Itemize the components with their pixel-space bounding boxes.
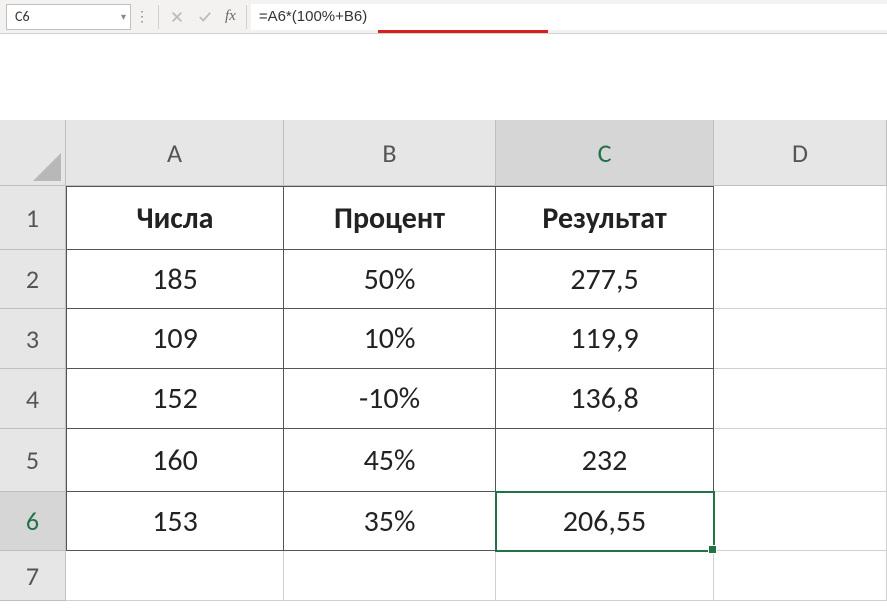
cell-C1[interactable]: Результат xyxy=(496,186,714,250)
row-header-1[interactable]: 1 xyxy=(0,186,66,250)
table-row: 152 -10% 136,8 xyxy=(66,369,887,429)
col-header-D[interactable]: D xyxy=(714,120,887,186)
cell-D3[interactable] xyxy=(714,309,887,369)
cell-D5[interactable] xyxy=(714,429,887,492)
divider xyxy=(158,5,159,29)
row-header-5[interactable]: 5 xyxy=(0,429,66,492)
cell-A1[interactable]: Числа xyxy=(66,186,284,250)
cell-B3[interactable]: 10% xyxy=(284,309,496,369)
fx-label[interactable]: fx xyxy=(219,8,242,25)
cell-C4[interactable]: 136,8 xyxy=(496,369,714,429)
row-header-6[interactable]: 6 xyxy=(0,492,66,551)
formula-input[interactable] xyxy=(251,4,887,30)
cell-B2[interactable]: 50% xyxy=(284,250,496,309)
cell-C3[interactable]: 119,9 xyxy=(496,309,714,369)
cell-C6[interactable]: 206,55 xyxy=(496,492,714,551)
cell-C5[interactable]: 232 xyxy=(496,429,714,492)
col-header-C[interactable]: C xyxy=(496,120,714,186)
row-headers: 1 2 3 4 5 6 7 xyxy=(0,186,66,601)
cell-C2[interactable]: 277,5 xyxy=(496,250,714,309)
table-row: 153 35% 206,55 xyxy=(66,492,887,551)
formula-bar: C6 ▾ ⋮ fx xyxy=(0,0,887,34)
cell-B5[interactable]: 45% xyxy=(284,429,496,492)
table-row: 160 45% 232 xyxy=(66,429,887,492)
cell-D1[interactable] xyxy=(714,186,887,250)
cell-A6[interactable]: 153 xyxy=(66,492,284,551)
drag-dots-icon[interactable]: ⋮ xyxy=(131,8,154,25)
table-row xyxy=(66,551,887,601)
accept-formula-button[interactable] xyxy=(191,4,219,30)
col-header-B[interactable]: B xyxy=(284,120,496,186)
cell-B7[interactable] xyxy=(284,551,496,601)
table-row: Числа Процент Результат xyxy=(66,186,887,250)
formula-highlight xyxy=(378,30,548,33)
table-row: 185 50% 277,5 xyxy=(66,250,887,309)
cell-A4[interactable]: 152 xyxy=(66,369,284,429)
cell-B6[interactable]: 35% xyxy=(284,492,496,551)
cell-A3[interactable]: 109 xyxy=(66,309,284,369)
cell-C7[interactable] xyxy=(496,551,714,601)
cancel-formula-button[interactable] xyxy=(163,4,191,30)
check-icon xyxy=(198,10,212,24)
row-header-3[interactable]: 3 xyxy=(0,309,66,369)
name-box-value: C6 xyxy=(15,8,30,25)
column-headers: A B C D xyxy=(66,120,887,186)
select-all-corner[interactable] xyxy=(0,120,66,186)
cell-D2[interactable] xyxy=(714,250,887,309)
cell-B1[interactable]: Процент xyxy=(284,186,496,250)
cell-D7[interactable] xyxy=(714,551,887,601)
x-icon xyxy=(170,10,184,24)
row-header-7[interactable]: 7 xyxy=(0,551,66,601)
cell-A2[interactable]: 185 xyxy=(66,250,284,309)
cell-D4[interactable] xyxy=(714,369,887,429)
cell-A7[interactable] xyxy=(66,551,284,601)
name-box[interactable]: C6 ▾ xyxy=(6,4,131,30)
cell-A5[interactable]: 160 xyxy=(66,429,284,492)
cells-area: Числа Процент Результат 185 50% 277,5 10… xyxy=(66,186,887,601)
chevron-down-icon[interactable]: ▾ xyxy=(121,10,126,23)
col-header-A[interactable]: A xyxy=(66,120,284,186)
row-header-2[interactable]: 2 xyxy=(0,250,66,309)
cell-B4[interactable]: -10% xyxy=(284,369,496,429)
cell-D6[interactable] xyxy=(714,492,887,551)
row-header-4[interactable]: 4 xyxy=(0,369,66,429)
divider xyxy=(246,5,247,29)
table-row: 109 10% 119,9 xyxy=(66,309,887,369)
